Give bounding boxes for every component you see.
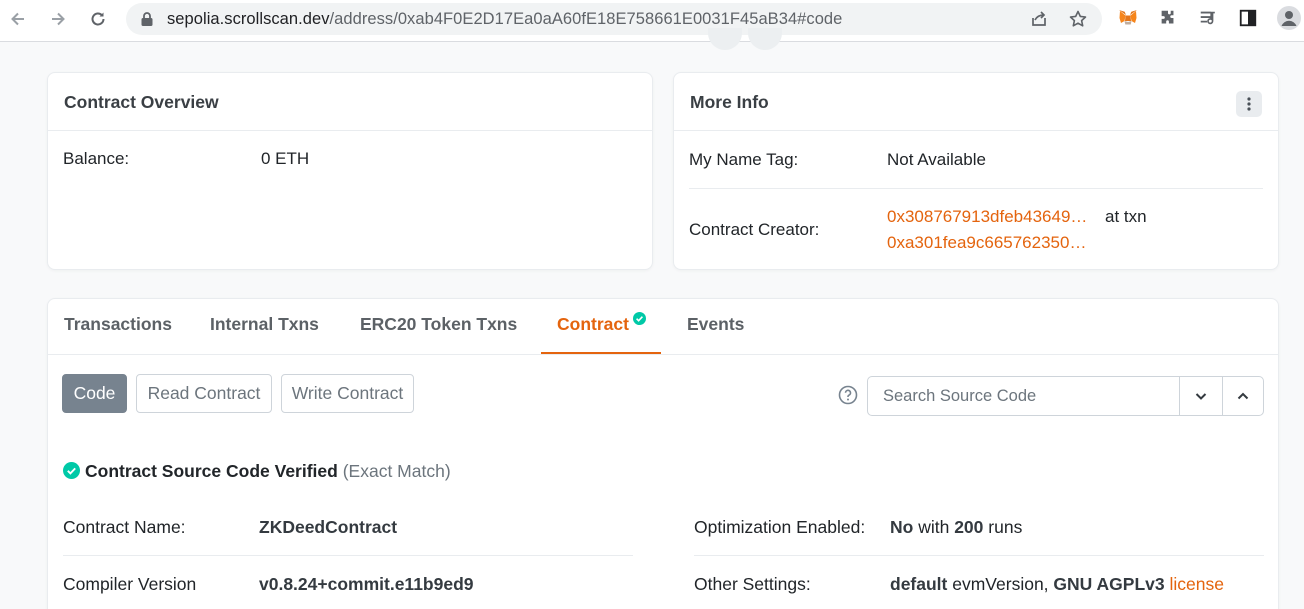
divider bbox=[694, 555, 1264, 556]
tab-contract[interactable]: Contract bbox=[557, 312, 646, 335]
media-queue-icon[interactable] bbox=[1197, 7, 1219, 29]
url-path: /address/0xab4F0E2D17Ea0aA60fE18E758661E… bbox=[329, 10, 843, 28]
balance-label: Balance: bbox=[63, 149, 130, 168]
search-source-code-input[interactable] bbox=[868, 377, 1179, 415]
tab-internal-txns[interactable]: Internal Txns bbox=[210, 314, 319, 335]
verified-title: Contract Source Code Verified bbox=[85, 461, 338, 481]
other-evm: evmVersion, bbox=[952, 574, 1049, 594]
url-text: sepolia.scrollscan.dev/address/0xab4F0E2… bbox=[167, 10, 842, 29]
optimization-runs-word: runs bbox=[988, 517, 1023, 537]
name-tag-value: Not Available bbox=[887, 150, 986, 169]
metamask-icon[interactable] bbox=[1117, 7, 1139, 29]
arrow-left-icon bbox=[11, 12, 24, 26]
optimization-value: No with 200 runs bbox=[890, 517, 1022, 538]
active-tab-indicator bbox=[541, 352, 661, 354]
decorative-circle bbox=[748, 28, 782, 50]
contract-overview-card: Contract Overview Balance: 0 ETH bbox=[47, 72, 653, 270]
optimization-label: Optimization Enabled: bbox=[694, 517, 866, 537]
more-info-card: More Info My Name Tag: Not Available Con… bbox=[673, 72, 1279, 270]
other-settings-label: Other Settings: bbox=[694, 574, 811, 594]
browser-toolbar: sepolia.scrollscan.dev/address/0xab4F0E2… bbox=[0, 0, 1304, 42]
search-source-code-box bbox=[867, 376, 1264, 416]
card-header: Contract Overview bbox=[48, 73, 652, 131]
search-next-button[interactable] bbox=[1180, 377, 1222, 415]
profile-avatar-icon[interactable] bbox=[1276, 5, 1302, 31]
help-circle-icon[interactable] bbox=[838, 385, 858, 405]
creator-txn-link[interactable]: 0xa301fea9c665762350… bbox=[887, 233, 1086, 253]
compiler-version-label: Compiler Version bbox=[63, 574, 197, 594]
contract-detail-card bbox=[47, 298, 1279, 609]
contract-name-label: Contract Name: bbox=[63, 517, 186, 537]
tabs-divider bbox=[48, 354, 1278, 355]
decorative-circle bbox=[708, 28, 742, 50]
compiler-version-value: v0.8.24+commit.e11b9ed9 bbox=[259, 574, 474, 595]
lock-icon bbox=[141, 12, 153, 26]
tab-erc20-token-txns[interactable]: ERC20 Token Txns bbox=[360, 314, 517, 335]
back-button[interactable] bbox=[5, 6, 31, 32]
reload-icon bbox=[91, 12, 105, 26]
extensions-puzzle-icon[interactable] bbox=[1157, 7, 1179, 29]
balance-value: 0 ETH bbox=[261, 149, 310, 168]
card-title: More Info bbox=[690, 92, 769, 112]
tab-contract-label: Contract bbox=[557, 314, 629, 334]
more-options-button[interactable] bbox=[1236, 91, 1262, 117]
side-panel-icon[interactable] bbox=[1237, 7, 1259, 29]
contract-creator-label: Contract Creator: bbox=[689, 220, 820, 239]
star-icon[interactable] bbox=[1068, 9, 1088, 29]
tab-events[interactable]: Events bbox=[687, 314, 744, 335]
forward-button[interactable] bbox=[45, 6, 71, 32]
chevron-down-icon bbox=[1195, 393, 1207, 400]
optimization-no: No bbox=[890, 517, 914, 537]
chevron-up-icon bbox=[1237, 392, 1249, 400]
other-settings-value: default evmVersion, GNU AGPLv3 license bbox=[890, 574, 1224, 595]
card-header: More Info bbox=[674, 73, 1278, 131]
verified-status: Contract Source Code Verified (Exact Mat… bbox=[85, 461, 451, 482]
divider bbox=[689, 188, 1263, 189]
address-bar[interactable]: sepolia.scrollscan.dev/address/0xab4F0E2… bbox=[126, 3, 1102, 35]
other-default: default bbox=[890, 574, 948, 594]
verified-check-icon bbox=[63, 462, 80, 479]
reload-button[interactable] bbox=[85, 6, 111, 32]
creator-address-link[interactable]: 0x308767913dfeb43649… bbox=[887, 207, 1087, 227]
optimization-with: with bbox=[918, 517, 950, 537]
license-name: GNU AGPLv3 bbox=[1053, 574, 1165, 594]
url-host: sepolia.scrollscan.dev bbox=[167, 10, 330, 28]
contract-name-text: ZKDeedContract bbox=[259, 517, 398, 537]
read-contract-button[interactable]: Read Contract bbox=[136, 374, 272, 413]
code-button[interactable]: Code bbox=[62, 374, 127, 413]
verified-check-icon bbox=[633, 312, 646, 325]
share-icon[interactable] bbox=[1029, 9, 1049, 29]
divider bbox=[63, 555, 633, 556]
compiler-version-text: v0.8.24+commit.e11b9ed9 bbox=[259, 574, 474, 594]
optimization-runs: 200 bbox=[954, 517, 984, 537]
license-link[interactable]: license bbox=[1169, 574, 1223, 594]
at-txn-text: at txn bbox=[1105, 207, 1147, 226]
exact-match-text: (Exact Match) bbox=[342, 461, 451, 481]
write-contract-button[interactable]: Write Contract bbox=[281, 374, 414, 413]
name-tag-label: My Name Tag: bbox=[689, 150, 799, 169]
arrow-right-icon bbox=[52, 12, 65, 26]
contract-name-value: ZKDeedContract bbox=[259, 517, 397, 538]
tab-transactions[interactable]: Transactions bbox=[64, 314, 172, 335]
search-prev-button[interactable] bbox=[1222, 377, 1264, 415]
vertical-dots-icon bbox=[1247, 97, 1251, 111]
card-title: Contract Overview bbox=[64, 92, 219, 112]
